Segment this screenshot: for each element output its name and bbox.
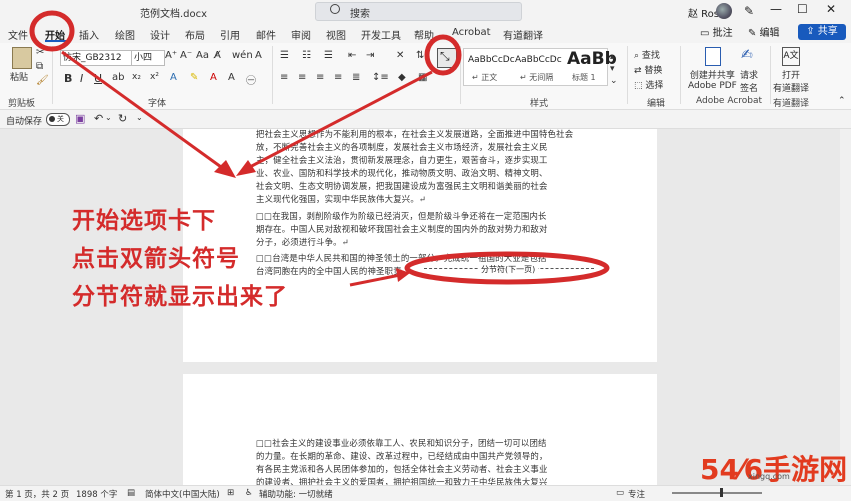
arrow-line-1 — [61, 50, 229, 174]
zoom-slider[interactable] — [672, 492, 762, 494]
language-indicator[interactable]: 简体中文(中国大陆) — [145, 488, 220, 500]
zoom-slider-thumb[interactable] — [720, 488, 723, 497]
circle-home-tab — [29, 10, 75, 52]
arrow-head-2 — [236, 160, 256, 176]
proofing-icon[interactable]: ▤ — [127, 488, 135, 498]
word-count[interactable]: 1898 个字 — [76, 488, 117, 500]
annotation-line-2: 点击双箭头符号 — [72, 246, 240, 272]
arrow-line-3 — [349, 273, 401, 287]
predictions-icon[interactable]: ⊞ — [227, 488, 234, 498]
annotation-line-1: 开始选项卡下 — [72, 208, 216, 234]
site-watermark: 54⁄6手游网 — [700, 453, 848, 486]
focus-icon: ▭ — [616, 488, 625, 498]
circle-marks-button — [424, 34, 462, 76]
circle-section-break — [404, 251, 610, 285]
accessibility-icon: ♿ — [245, 488, 253, 498]
site-watermark-sub: xingq.com — [748, 472, 790, 481]
arrow-line-2 — [243, 70, 433, 172]
annotation-line-3: 分节符就显示出来了 — [72, 284, 288, 310]
accessibility-status[interactable]: 辅助功能: 一切就绪 — [259, 488, 333, 500]
page-count[interactable]: 第 1 页，共 2 页 — [5, 488, 69, 500]
focus-mode-button[interactable]: 专注 — [628, 488, 645, 500]
